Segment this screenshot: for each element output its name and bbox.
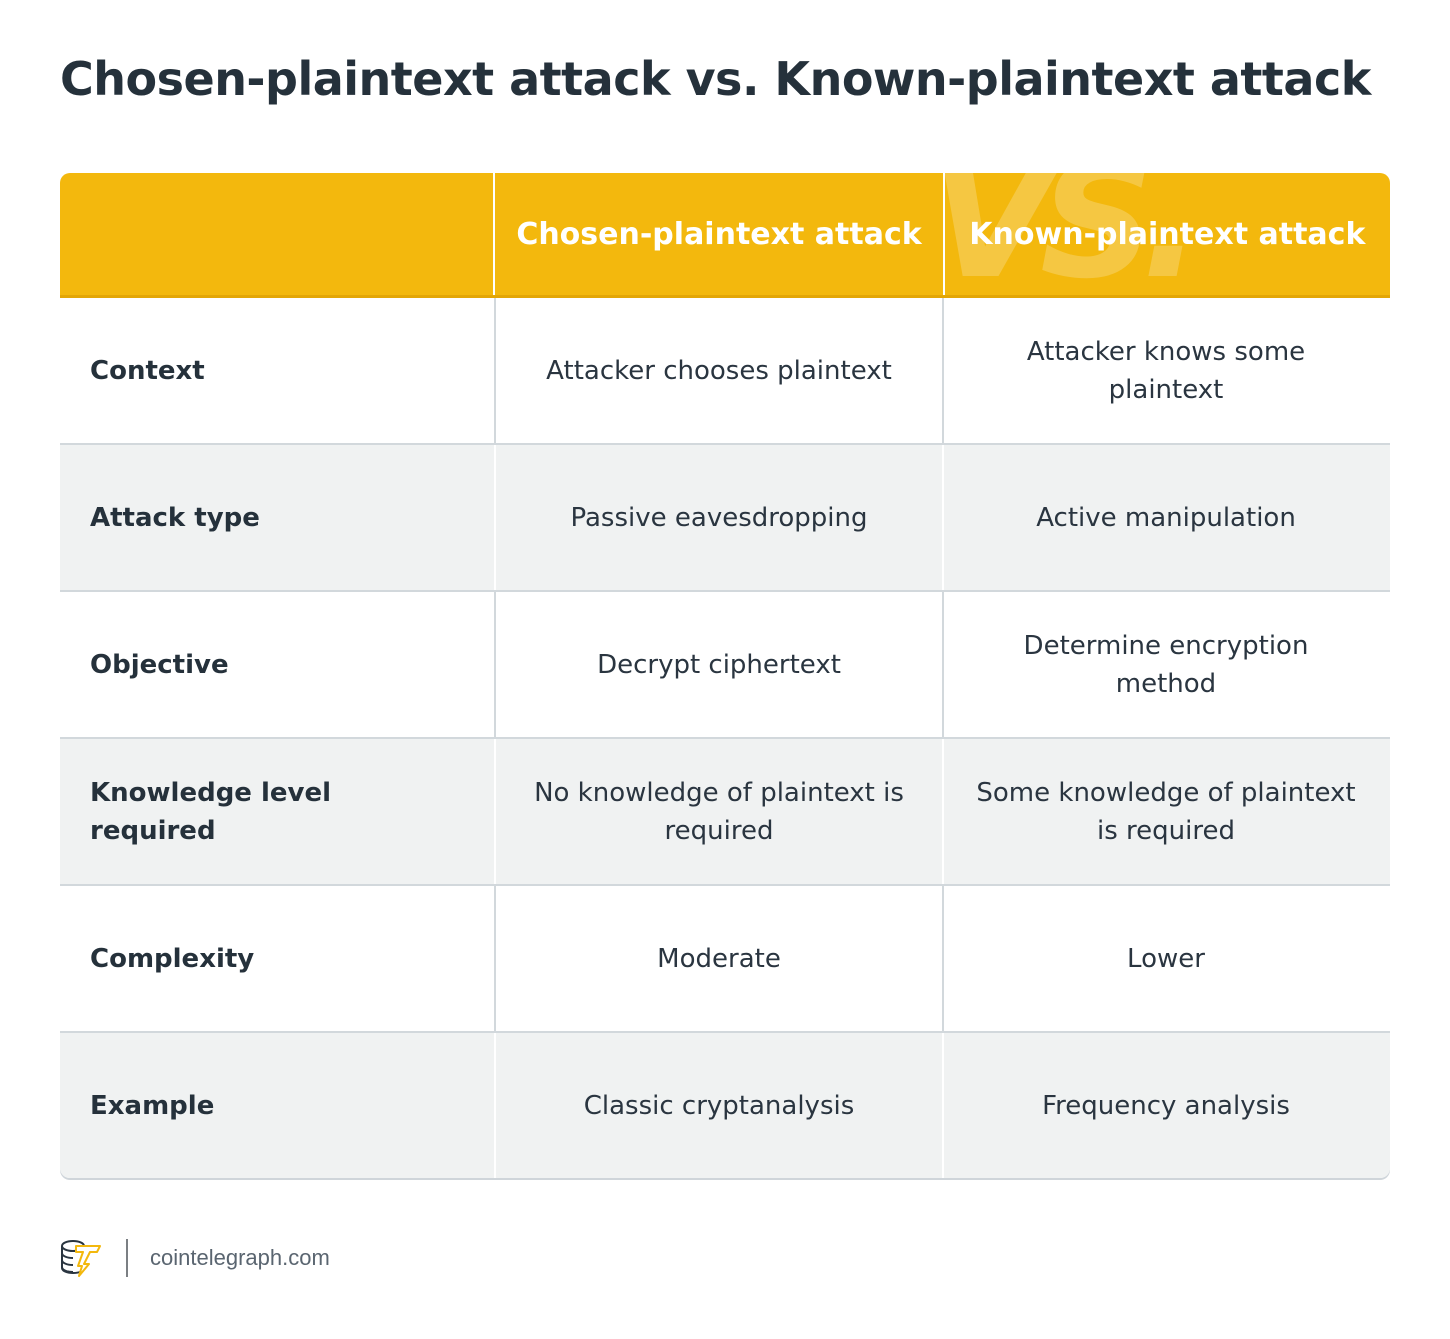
table-row: Knowledge level required No knowledge of…: [60, 739, 1390, 886]
chosen-cell: Moderate: [494, 886, 942, 1031]
page-title: Chosen-plaintext attack vs. Known-plaint…: [60, 52, 1371, 106]
row-label: Example: [90, 1090, 215, 1121]
header-empty-cell: [60, 173, 493, 295]
known-cell: Determine encryption method: [942, 592, 1388, 737]
chosen-cell: Decrypt ciphertext: [494, 592, 942, 737]
footer: cointelegraph.com: [60, 1238, 330, 1278]
known-cell: Frequency analysis: [942, 1033, 1388, 1178]
row-label: Objective: [90, 649, 229, 680]
known-cell: Lower: [942, 886, 1388, 1031]
comparison-table: VS. Chosen-plaintext attack Known-plaint…: [60, 173, 1390, 1178]
table-row: Context Attacker chooses plaintext Attac…: [60, 298, 1390, 445]
chosen-cell: Passive eavesdropping: [494, 445, 942, 590]
known-cell: Attacker knows some plaintext: [942, 298, 1388, 443]
table-row: Example Classic cryptanalysis Frequency …: [60, 1033, 1390, 1178]
table-row: Objective Decrypt ciphertext Determine e…: [60, 592, 1390, 739]
row-label: Attack type: [90, 502, 260, 533]
row-label: Context: [90, 355, 205, 386]
cointelegraph-logo-icon: [61, 1240, 101, 1277]
known-cell: Some knowledge of plaintext is required: [942, 739, 1388, 884]
header-chosen-plaintext: Chosen-plaintext attack: [493, 173, 942, 295]
chosen-cell: No knowledge of plaintext is required: [494, 739, 942, 884]
chosen-cell: Attacker chooses plaintext: [494, 298, 942, 443]
table-row: Attack type Passive eavesdropping Active…: [60, 445, 1390, 592]
known-cell: Active manipulation: [942, 445, 1388, 590]
footer-divider: [126, 1239, 128, 1277]
site-url: cointelegraph.com: [150, 1245, 330, 1270]
table-row: Complexity Moderate Lower: [60, 886, 1390, 1033]
row-label: Knowledge level required: [90, 777, 332, 846]
row-label: Complexity: [90, 943, 255, 974]
header-known-plaintext: Known-plaintext attack: [942, 173, 1390, 295]
table-header: VS. Chosen-plaintext attack Known-plaint…: [60, 173, 1390, 298]
chosen-cell: Classic cryptanalysis: [494, 1033, 942, 1178]
